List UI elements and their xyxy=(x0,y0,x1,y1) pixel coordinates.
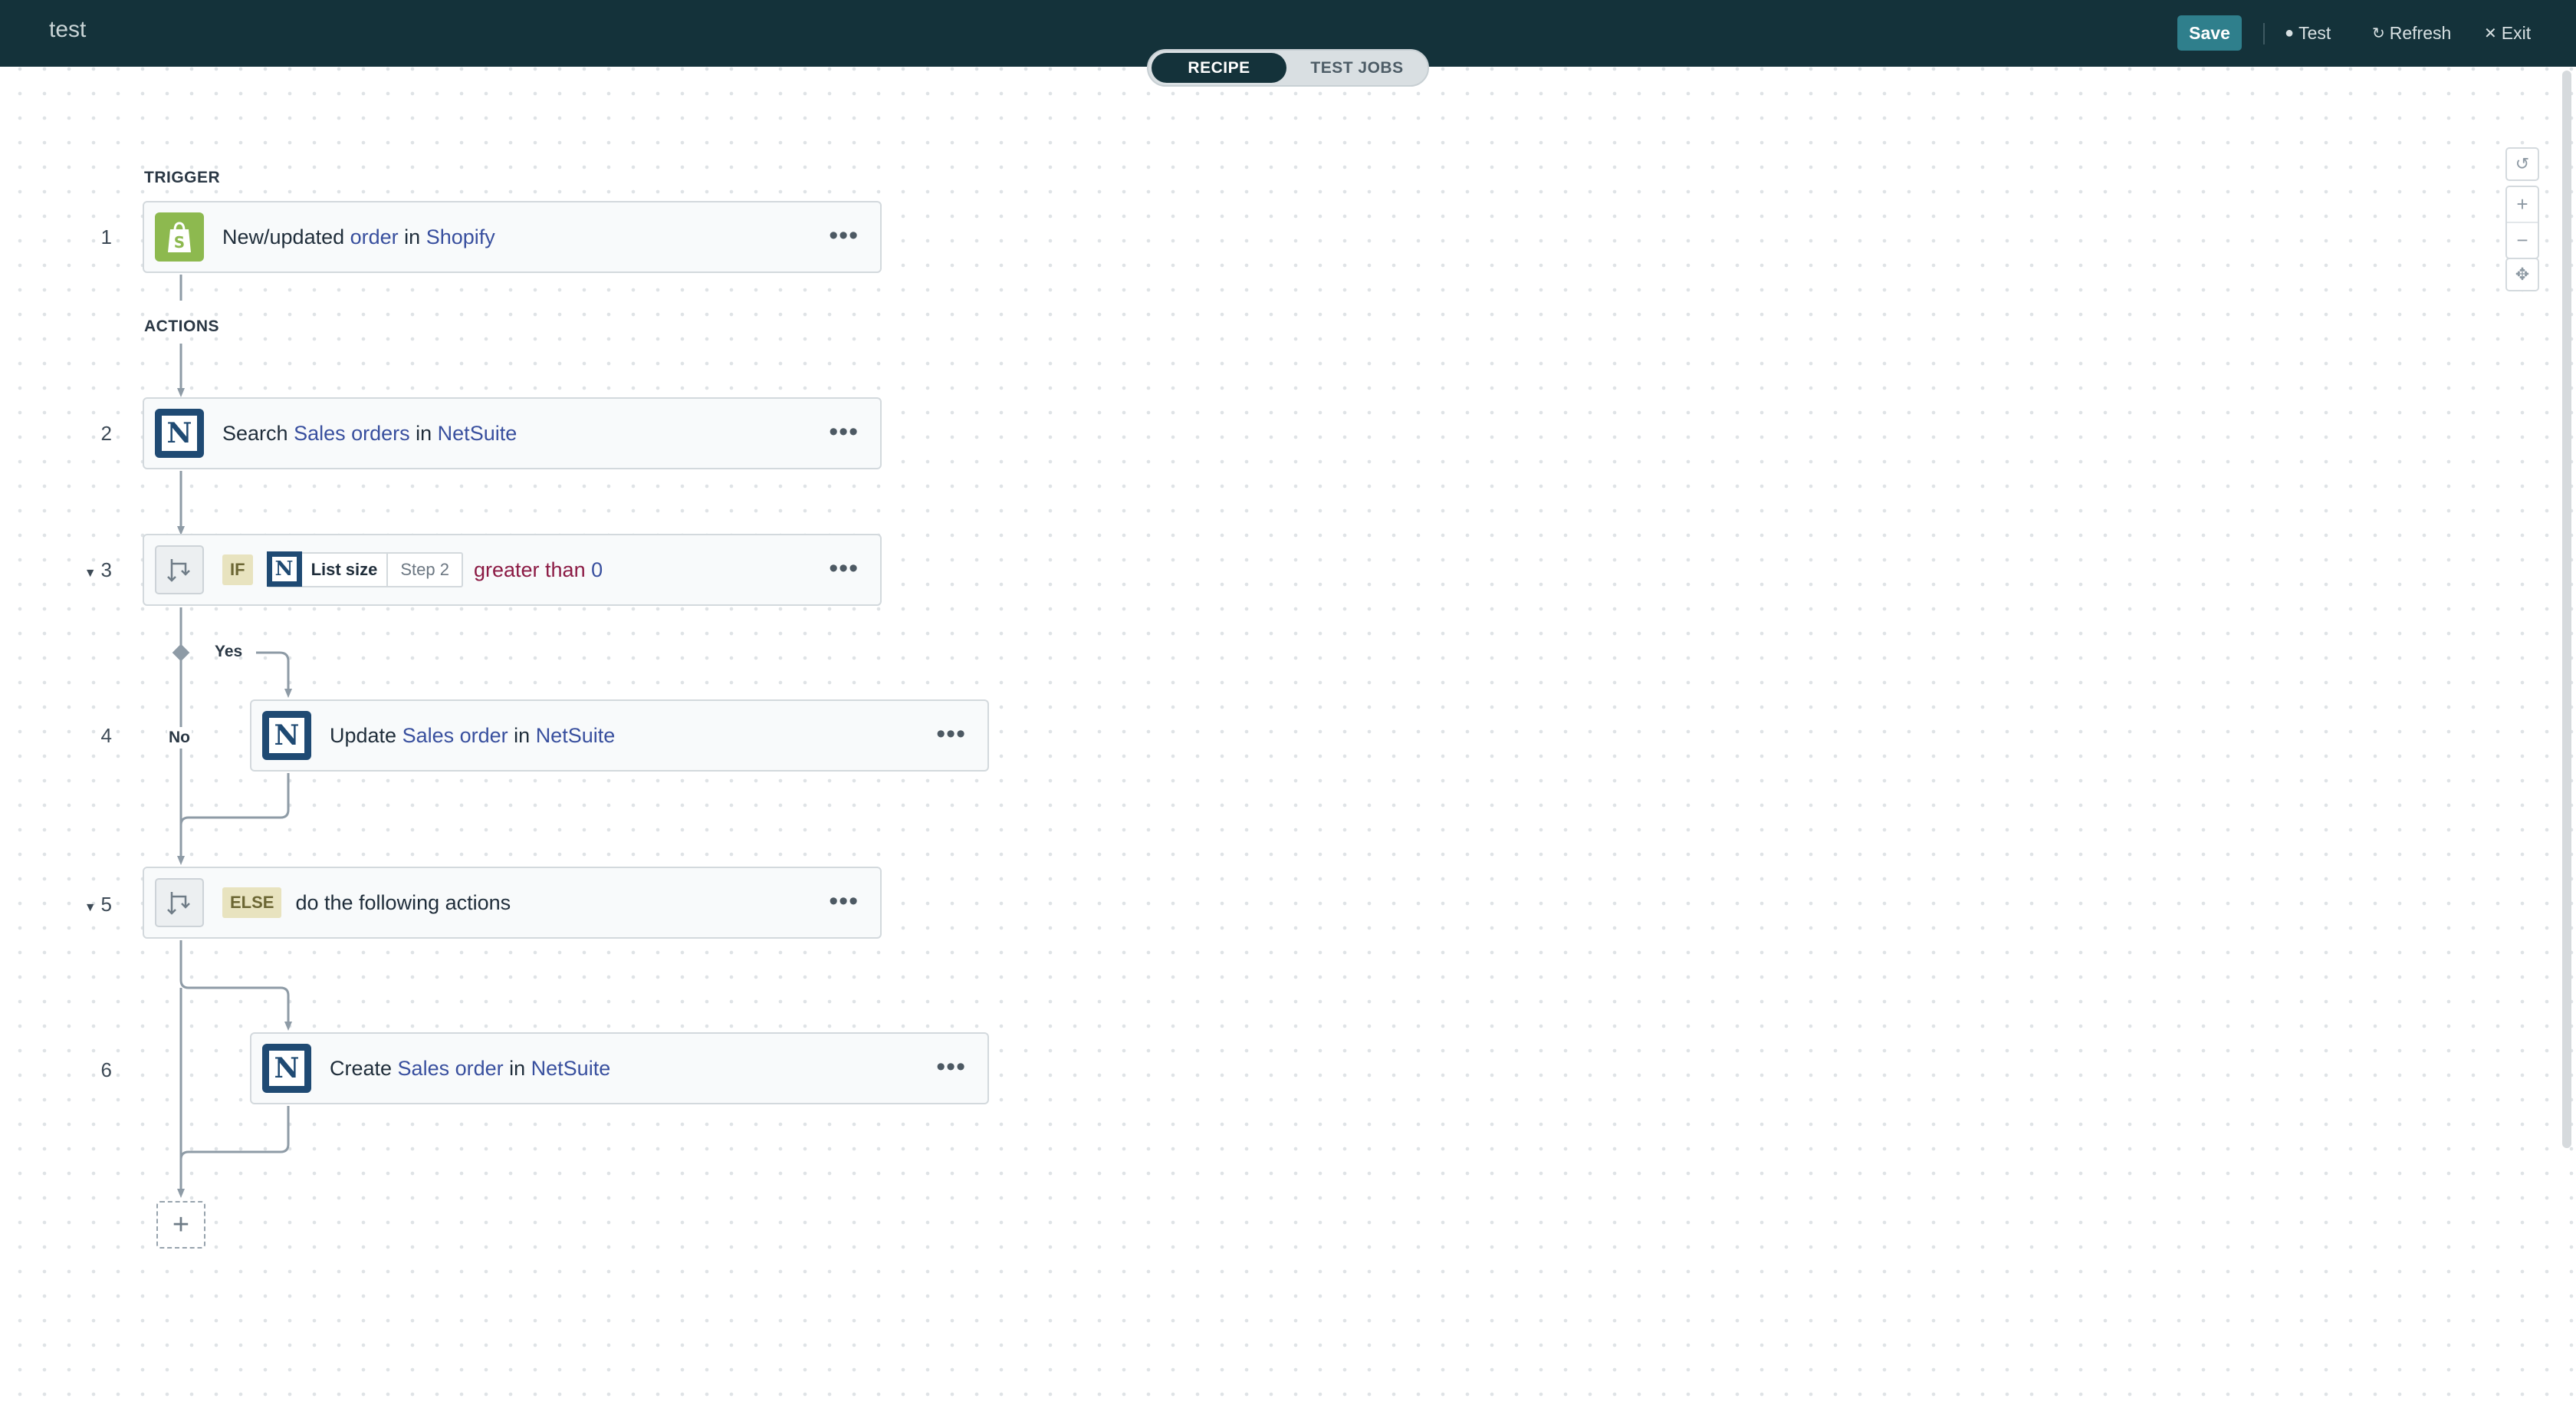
pill-field: List size xyxy=(310,560,378,579)
step-number-4: 4 xyxy=(100,724,112,747)
step-5-more-button[interactable]: ••• xyxy=(829,888,859,914)
step-number-3[interactable]: ▼ 3 xyxy=(74,558,112,582)
step-4-text: Update Sales order in NetSuite xyxy=(330,723,616,747)
condition-value: 0 xyxy=(591,558,603,581)
netsuite-icon: N xyxy=(262,1044,311,1093)
step-3-if-condition[interactable]: IF N List size Step 2 greater than 0 ••• xyxy=(143,534,882,606)
shopify-icon: S xyxy=(155,212,204,262)
step-5-else[interactable]: ELSE do the following actions ••• xyxy=(143,867,882,939)
actions-section-label: ACTIONS xyxy=(144,318,219,335)
step-6-text: Create Sales order in NetSuite xyxy=(330,1056,611,1080)
step-4-more-button[interactable]: ••• xyxy=(936,721,966,747)
trigger-section-label: TRIGGER xyxy=(144,169,221,186)
step-1-trigger[interactable]: S New/updated order in Shopify ••• xyxy=(143,201,882,273)
step-4-app: NetSuite xyxy=(535,723,616,747)
step-6-object: Sales order xyxy=(397,1056,504,1080)
no-branch-label: No xyxy=(167,727,192,749)
yes-branch-label: Yes xyxy=(215,643,243,660)
step-2-more-button[interactable]: ••• xyxy=(829,419,859,445)
step-number-6: 6 xyxy=(100,1058,112,1081)
step-2-action[interactable]: N Search Sales orders in NetSuite ••• xyxy=(143,397,882,469)
step-2-app: NetSuite xyxy=(437,421,518,445)
pill-step: Step 2 xyxy=(386,554,462,586)
collapse-caret-icon[interactable]: ▼ xyxy=(84,567,97,580)
step-number-1: 1 xyxy=(100,225,112,248)
add-step-button[interactable]: + xyxy=(156,1201,205,1249)
step-1-object: order xyxy=(350,225,399,248)
collapse-caret-icon[interactable]: ▼ xyxy=(84,901,97,914)
netsuite-icon: N xyxy=(155,409,204,458)
if-badge: IF xyxy=(222,554,253,585)
branch-icon xyxy=(155,545,204,594)
svg-text:S: S xyxy=(174,233,185,252)
branch-icon xyxy=(155,878,204,927)
step-4-action[interactable]: N Update Sales order in NetSuite ••• xyxy=(250,699,989,772)
step-6-action[interactable]: N Create Sales order in NetSuite ••• xyxy=(250,1032,989,1104)
step-6-app: NetSuite xyxy=(531,1056,611,1080)
else-badge: ELSE xyxy=(222,887,282,918)
plus-icon: + xyxy=(172,1208,190,1241)
step-6-more-button[interactable]: ••• xyxy=(936,1054,966,1080)
step-1-more-button[interactable]: ••• xyxy=(829,222,859,248)
netsuite-icon: N xyxy=(262,711,311,760)
netsuite-icon: N xyxy=(266,551,302,587)
step-4-object: Sales order xyxy=(402,723,508,747)
step-2-object: Sales orders xyxy=(294,421,410,445)
datapill-list-size[interactable]: N List size Step 2 xyxy=(266,551,463,587)
condition-operator: greater than 0 xyxy=(473,558,603,581)
step-number-2: 2 xyxy=(100,422,112,445)
step-number-5[interactable]: ▼ 5 xyxy=(74,893,112,916)
step-1-app: Shopify xyxy=(426,225,495,248)
step-2-text: Search Sales orders in NetSuite xyxy=(222,421,518,445)
step-5-text: do the following actions xyxy=(295,890,511,914)
step-3-more-button[interactable]: ••• xyxy=(829,555,859,581)
step-1-text: New/updated order in Shopify xyxy=(222,225,495,248)
